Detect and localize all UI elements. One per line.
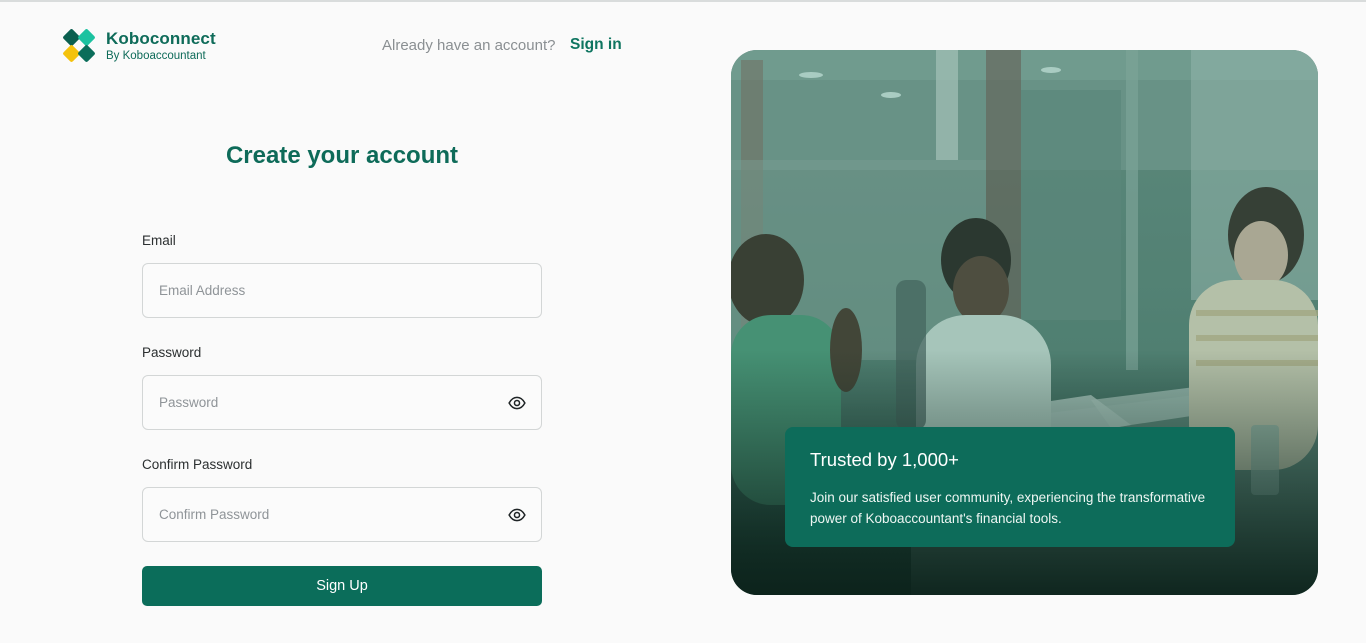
confirm-password-input[interactable] [143, 488, 541, 541]
email-input[interactable] [143, 264, 541, 317]
signin-link[interactable]: Sign in [570, 36, 622, 54]
card-title: Trusted by 1,000+ [810, 449, 959, 470]
password-input[interactable] [143, 376, 541, 429]
hero-image: Trusted by 1,000+ Join our satisfied use… [731, 50, 1318, 595]
eye-icon[interactable] [508, 506, 526, 524]
card-body: Join our satisfied user community, exper… [810, 490, 1206, 526]
page-title: Create your account [225, 142, 459, 169]
eye-icon[interactable] [508, 394, 526, 412]
password-field-container [142, 375, 542, 430]
signin-prompt: Already have an account? [382, 37, 556, 54]
brand-name: Koboconnect [106, 28, 216, 48]
confirm-password-label: Confirm Password [142, 457, 253, 472]
signup-button[interactable]: Sign Up [142, 566, 542, 606]
logo-mark-icon [62, 28, 97, 63]
top-divider [0, 0, 1366, 2]
brand-logo[interactable]: Koboconnect By Koboaccountant [62, 28, 216, 63]
email-label: Email [142, 233, 176, 248]
confirm-password-field-container [142, 487, 542, 542]
testimonial-card: Trusted by 1,000+ Join our satisfied use… [785, 427, 1235, 547]
brand-subtitle: By Koboaccountant [106, 49, 206, 62]
email-field-container [142, 263, 542, 318]
password-label: Password [142, 345, 202, 360]
